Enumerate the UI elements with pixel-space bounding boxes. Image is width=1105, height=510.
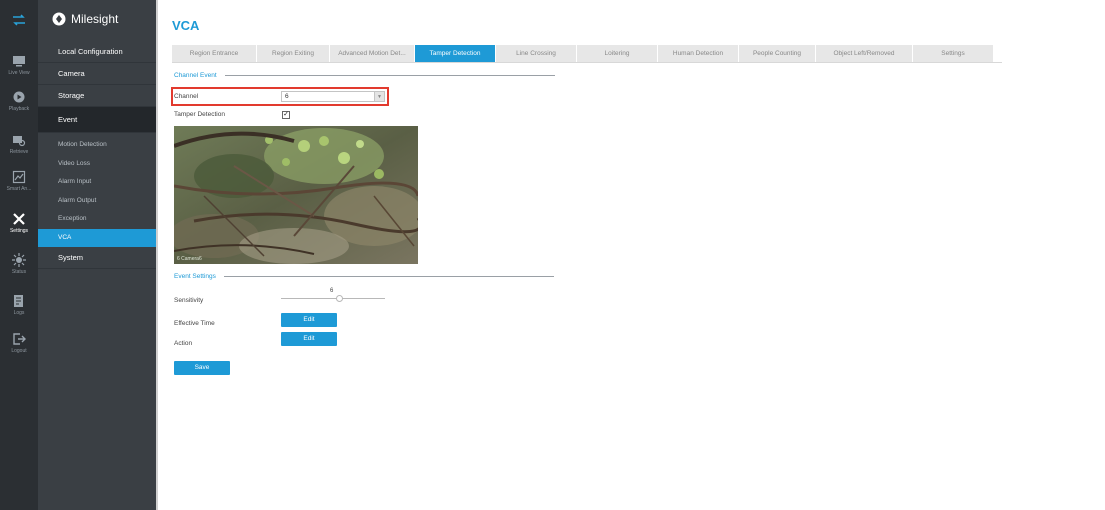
sensitivity-label: Sensitivity — [174, 297, 204, 304]
submenu-motion-detection[interactable]: Motion Detection — [38, 136, 156, 155]
milesight-logo-icon — [52, 12, 66, 26]
event-settings-title: Event Settings — [174, 273, 216, 280]
rail-label: Logout — [11, 348, 27, 354]
effective-time-label: Effective Time — [174, 320, 215, 327]
tab-settings[interactable]: Settings — [913, 45, 993, 62]
channel-event-heading: Channel Event — [174, 72, 555, 79]
submenu-exception[interactable]: Exception — [38, 210, 156, 229]
chevron-down-icon[interactable]: ▼ — [374, 92, 384, 101]
rail-label: Status — [11, 269, 27, 275]
tab-advanced-motion-detection[interactable]: Advanced Motion Det... — [330, 45, 414, 62]
sensitivity-value: 6 — [330, 288, 334, 294]
sensitivity-slider-handle[interactable] — [335, 295, 343, 302]
tamper-detection-checkbox[interactable]: ✓ — [282, 111, 290, 119]
status-icon — [12, 253, 26, 267]
rail-label: Playback — [8, 106, 30, 112]
rail-retrieve[interactable]: Retrieve — [0, 123, 38, 165]
rail-label: Logs — [13, 310, 25, 316]
tab-underline — [172, 62, 1002, 63]
channel-select[interactable]: 6 ▼ — [281, 91, 385, 102]
settings-menu: Milesight Local Configuration Camera Sto… — [38, 0, 156, 510]
monitor-icon — [13, 56, 25, 67]
submenu-vca[interactable]: VCA — [38, 228, 156, 247]
rail-label: Smart An... — [6, 186, 32, 192]
tab-object-left-removed[interactable]: Object Left/Removed — [816, 45, 912, 62]
menu-camera[interactable]: Camera — [38, 63, 156, 85]
tamper-detection-label: Tamper Detection — [174, 111, 225, 118]
menu-event[interactable]: Event — [38, 107, 156, 133]
rail-settings[interactable]: Settings — [0, 202, 38, 244]
submenu-alarm-output[interactable]: Alarm Output — [38, 192, 156, 211]
rail-status[interactable]: Status — [0, 243, 38, 285]
smart-analysis-icon — [12, 170, 26, 184]
effective-time-edit-button[interactable]: Edit — [281, 313, 337, 327]
channel-event-title: Channel Event — [174, 72, 217, 79]
preview-overlay-text: 6 Camera6 — [177, 256, 202, 262]
retrieve-icon — [13, 136, 26, 147]
sidebar-divider — [156, 0, 158, 510]
tab-line-crossing[interactable]: Line Crossing — [496, 45, 576, 62]
channel-select-value: 6 — [285, 93, 289, 100]
tab-people-counting[interactable]: People Counting — [739, 45, 815, 62]
rail-logs[interactable]: Logs — [0, 284, 38, 326]
action-edit-button[interactable]: Edit — [281, 332, 337, 346]
tab-tamper-detection[interactable]: Tamper Detection — [415, 45, 495, 62]
tab-region-exiting[interactable]: Region Exiting — [257, 45, 329, 62]
rail-logout[interactable]: Logout — [0, 322, 38, 364]
page-title: VCA — [172, 18, 200, 33]
camera-preview[interactable]: 6 Camera6 — [174, 126, 418, 264]
tab-region-entrance[interactable]: Region Entrance — [172, 45, 256, 62]
vca-tabs: Region Entrance Region Exiting Advanced … — [172, 45, 994, 62]
logout-icon — [13, 333, 26, 345]
brand-name: Milesight — [71, 12, 119, 26]
rail-label: Retrieve — [9, 149, 29, 155]
menu-local-configuration[interactable]: Local Configuration — [38, 41, 156, 63]
channel-label: Channel — [174, 93, 199, 100]
event-settings-heading: Event Settings — [174, 273, 554, 280]
logs-icon — [14, 295, 23, 307]
event-submenu: Motion Detection Video Loss Alarm Input … — [38, 136, 156, 247]
playback-icon — [13, 91, 25, 103]
heading-rule — [223, 276, 554, 277]
forest-scene-image — [174, 126, 418, 264]
tab-human-detection[interactable]: Human Detection — [658, 45, 738, 62]
submenu-alarm-input[interactable]: Alarm Input — [38, 173, 156, 192]
settings-icon — [13, 213, 25, 225]
heading-rule — [224, 75, 555, 76]
rail-label: Settings — [9, 228, 29, 234]
icon-rail: Live View Playback Retrieve Smart An... … — [0, 0, 38, 510]
menu-storage[interactable]: Storage — [38, 85, 156, 107]
rail-playback[interactable]: Playback — [0, 80, 38, 122]
menu-toggle-icon[interactable] — [0, 0, 38, 40]
rail-smart-analysis[interactable]: Smart An... — [0, 160, 38, 202]
action-label: Action — [174, 340, 193, 347]
brand: Milesight — [38, 0, 156, 38]
save-button[interactable]: Save — [174, 361, 230, 375]
rail-label: Live View — [8, 70, 30, 76]
menu-system[interactable]: System — [38, 247, 156, 269]
submenu-video-loss[interactable]: Video Loss — [38, 155, 156, 174]
tab-loitering[interactable]: Loitering — [577, 45, 657, 62]
sensitivity-slider[interactable] — [281, 295, 385, 302]
